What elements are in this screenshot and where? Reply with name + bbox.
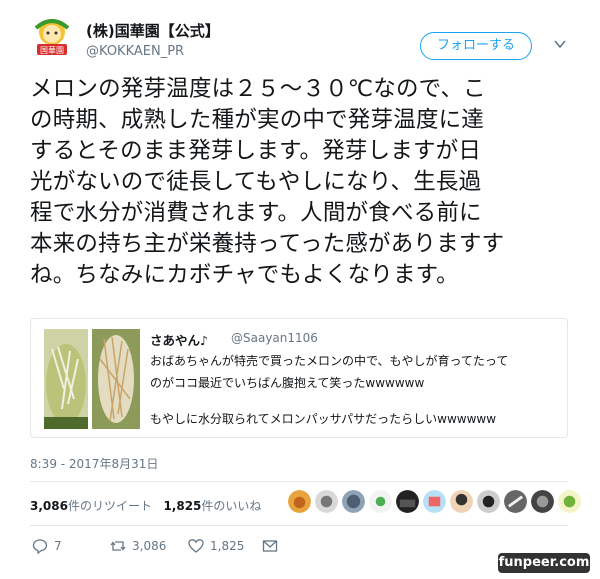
tweet-text-line: ね。ちなみにカボチャでもよくなります。 xyxy=(30,262,459,288)
quoted-text-line: おばあちゃんが特売で買ったメロンの中で、もやしが育ってたって xyxy=(150,354,509,368)
liker-avatar[interactable] xyxy=(288,490,311,513)
message-action[interactable] xyxy=(262,538,278,554)
melon-photo-2[interactable] xyxy=(92,329,140,429)
heart-icon xyxy=(188,539,204,553)
tweet-text-line: するとそのまま発芽します。発芽しますが日 xyxy=(30,138,482,164)
retweets-count: 3,086 xyxy=(30,499,68,513)
quoted-text-line: のがココ最近でいちばん腹抱えて笑ったwwwwww xyxy=(150,376,425,390)
like-count: 1,825 xyxy=(210,539,245,553)
tweet-text-line: 光がないので徒長してもやしになり、生長過 xyxy=(30,169,482,195)
retweets-label: 件のリツイート xyxy=(67,499,152,513)
reply-icon xyxy=(32,539,48,554)
tweet-text: メロンの発芽温度は２５～３０℃なので、こ の時期、成熟した種が実の中で発芽温度に… xyxy=(30,74,575,291)
tweet-text-line: の時期、成熟した種が実の中で発芽温度に達 xyxy=(30,107,485,133)
like-action[interactable]: 1,825 xyxy=(188,538,244,554)
tweet-text-line: メロンの発芽温度は２５～３０℃なので、こ xyxy=(30,76,486,102)
chevron-down-icon[interactable] xyxy=(552,36,568,52)
liker-avatar[interactable] xyxy=(531,490,554,513)
liker-avatar[interactable] xyxy=(423,490,446,513)
user-handle[interactable]: @KOKKAEN_PR xyxy=(86,44,184,59)
avatar-badge-text: 国華園 xyxy=(40,45,64,55)
retweet-count: 3,086 xyxy=(132,539,167,553)
display-name[interactable]: (株)国華園【公式】 xyxy=(86,20,220,41)
liker-avatars xyxy=(288,490,581,518)
tweet-text-line: 本来の持ち主が栄養持ってった感がありますす xyxy=(30,231,505,257)
liker-avatar[interactable] xyxy=(504,490,527,513)
follow-button[interactable]: フォローする xyxy=(420,32,532,60)
reply-action[interactable]: 7 xyxy=(32,538,62,554)
tweet-timestamp[interactable]: 8:39 - 2017年8月31日 xyxy=(30,455,158,472)
likes-stat[interactable]: 1,825件のいいね xyxy=(163,499,261,513)
liker-avatar[interactable] xyxy=(315,490,338,513)
retweet-action[interactable]: 3,086 xyxy=(110,538,166,554)
liker-avatar[interactable] xyxy=(450,490,473,513)
reply-count: 7 xyxy=(54,539,62,553)
divider xyxy=(30,481,568,482)
liker-avatar[interactable] xyxy=(369,490,392,513)
engagement-stats: 3,086件のリツイート 1,825件のいいね xyxy=(30,497,261,514)
divider xyxy=(30,525,568,526)
liker-avatar[interactable] xyxy=(477,490,500,513)
quoted-display-name[interactable]: さあやん♪ xyxy=(150,330,208,349)
quoted-handle[interactable]: @Saayan1106 xyxy=(231,331,318,345)
liker-avatar[interactable] xyxy=(558,490,581,513)
liker-avatar[interactable] xyxy=(396,490,419,513)
site-watermark: funpeer.com xyxy=(498,553,590,573)
envelope-icon xyxy=(262,540,278,552)
liker-avatar[interactable] xyxy=(342,490,365,513)
likes-label: 件のいいね xyxy=(201,499,262,513)
account-avatar[interactable]: 国華園 xyxy=(30,14,74,58)
tweet-text-line: 程で水分が消費されます。人間が食べる前に xyxy=(30,200,482,226)
melon-photo-1[interactable] xyxy=(44,329,88,429)
likes-count: 1,825 xyxy=(163,499,202,513)
quoted-text-line: もやしに水分取られてメロンパッサパサだったらしいwwwwww xyxy=(150,412,497,426)
retweets-stat[interactable]: 3,086件のリツイート xyxy=(30,499,152,513)
retweet-icon xyxy=(110,541,126,551)
